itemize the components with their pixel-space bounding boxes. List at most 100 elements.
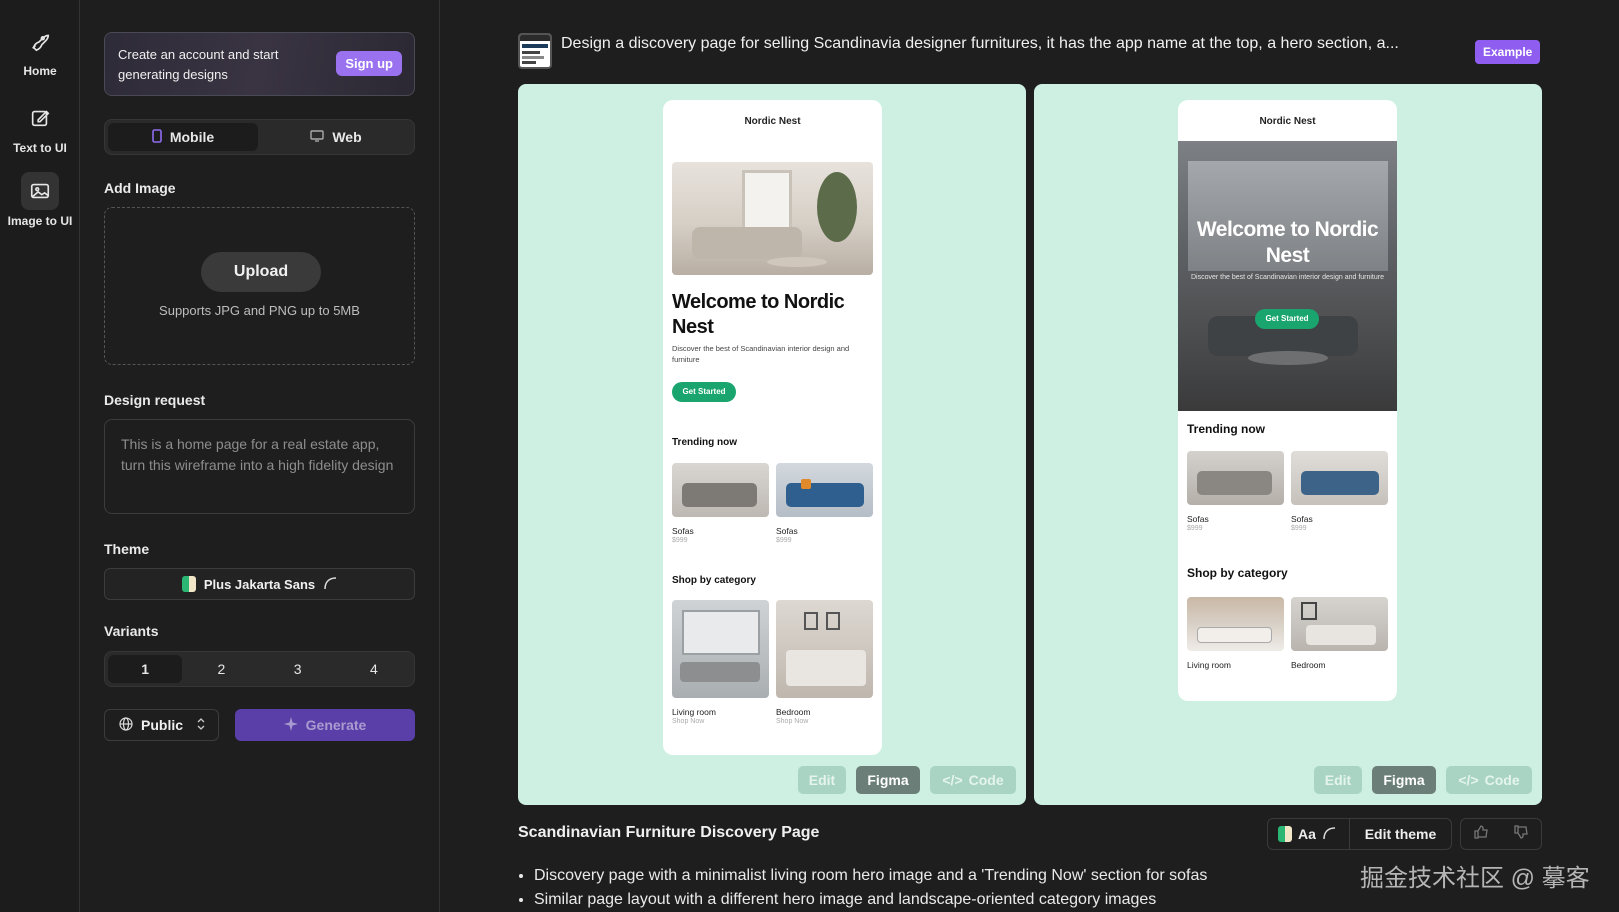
rail-label-image-to-ui: Image to UI bbox=[7, 214, 73, 228]
tab-web-label: Web bbox=[332, 129, 362, 145]
rail-item-image-to-ui[interactable]: Image to UI bbox=[0, 172, 80, 228]
category-image-bedroom bbox=[1291, 597, 1388, 651]
trending-image-1 bbox=[1187, 451, 1284, 505]
result-bullets: Discovery page with a minimalist living … bbox=[518, 864, 1207, 912]
globe-icon bbox=[119, 716, 133, 734]
prompt-text: Design a discovery page for selling Scan… bbox=[561, 35, 1399, 52]
category-title: Shop by category bbox=[672, 575, 756, 586]
feedback-buttons bbox=[1460, 818, 1542, 850]
monitor-icon bbox=[310, 129, 325, 145]
generate-label: Generate bbox=[305, 717, 367, 733]
category-image-bedroom bbox=[776, 600, 873, 698]
generate-button[interactable]: Generate bbox=[235, 709, 415, 741]
figma-button-1[interactable]: Figma bbox=[856, 766, 920, 794]
trending-title: Trending now bbox=[672, 437, 737, 448]
edit-button-1[interactable]: Edit bbox=[798, 766, 846, 794]
thumbs-down-icon[interactable] bbox=[1513, 824, 1529, 845]
category-image-living-room bbox=[672, 600, 769, 698]
hero-title: Welcome to Nordic Nest bbox=[672, 291, 845, 338]
variant-option-4[interactable]: 4 bbox=[337, 655, 411, 683]
result-bullet: Similar page layout with a different her… bbox=[534, 888, 1207, 912]
category-name-living-room: Living room bbox=[672, 707, 716, 717]
trending-title: Trending now bbox=[1187, 422, 1265, 436]
app-name: Nordic Nest bbox=[744, 116, 801, 127]
sidebar: Create an account and start generating d… bbox=[80, 0, 440, 912]
visibility-select[interactable]: Public bbox=[104, 709, 219, 741]
rail-item-text-to-ui[interactable]: Text to UI bbox=[0, 99, 80, 155]
category-cta-bedroom[interactable]: Shop Now bbox=[776, 718, 808, 725]
visibility-value: Public bbox=[141, 717, 184, 733]
signup-promo: Create an account and start generating d… bbox=[104, 32, 415, 96]
variant-option-1[interactable]: 1 bbox=[108, 655, 183, 683]
rail-item-home[interactable]: Home bbox=[0, 22, 80, 78]
left-rail: Home Text to UI Image to UI bbox=[0, 0, 80, 912]
edit-theme-control: Aa Edit theme bbox=[1267, 818, 1452, 850]
variant-card-1: Nordic Nest Welcome to Nordic Nest Disco… bbox=[518, 84, 1026, 805]
hero-image bbox=[672, 162, 873, 275]
theme-swatch bbox=[1278, 826, 1292, 842]
get-started-button[interactable]: Get Started bbox=[672, 382, 736, 402]
mobile-icon bbox=[152, 128, 162, 146]
rail-label-text-to-ui: Text to UI bbox=[13, 141, 67, 155]
image-icon bbox=[21, 172, 59, 210]
category-name-bedroom: Bedroom bbox=[1291, 660, 1326, 670]
sparkle-icon bbox=[283, 716, 298, 734]
hero-title: Welcome to Nordic Nest bbox=[1196, 218, 1379, 267]
example-badge: Example bbox=[1475, 40, 1541, 64]
tab-mobile[interactable]: Mobile bbox=[108, 123, 258, 151]
category-cta-living-room[interactable]: Shop Now bbox=[672, 718, 704, 725]
theme-swatch bbox=[181, 576, 196, 592]
rocket-icon bbox=[21, 22, 59, 60]
upload-button[interactable]: Upload bbox=[201, 252, 321, 292]
watermark: 掘金技术社区 @ 摹客 bbox=[1360, 865, 1590, 892]
code-button-2[interactable]: </> Code bbox=[1446, 766, 1532, 794]
category-name-living-room: Living room bbox=[1187, 660, 1231, 670]
theme-label: Theme bbox=[104, 541, 150, 557]
category-title: Shop by category bbox=[1187, 566, 1288, 580]
trending-price-2: $999 bbox=[1291, 525, 1307, 532]
mobile-preview-2: Nordic Nest Welcome to Nordic Nest Disco… bbox=[1178, 100, 1397, 701]
design-request-label: Design request bbox=[104, 392, 206, 408]
prompt-thumbnail bbox=[518, 33, 552, 69]
thumbs-up-icon[interactable] bbox=[1473, 824, 1489, 845]
figma-button-2[interactable]: Figma bbox=[1372, 766, 1436, 794]
hero-description: Discover the best of Scandinavian interi… bbox=[1191, 274, 1384, 281]
variants-label: Variants bbox=[104, 623, 159, 639]
trending-price-2: $999 bbox=[776, 537, 792, 544]
trending-image-2 bbox=[776, 463, 873, 517]
edit-button-2[interactable]: Edit bbox=[1314, 766, 1362, 794]
hero-description: Discover the best of Scandinavian interi… bbox=[672, 344, 850, 364]
design-request-input[interactable]: This is a home page for a real estate ap… bbox=[104, 419, 415, 514]
variant-option-2[interactable]: 2 bbox=[184, 655, 258, 683]
edit-theme-button[interactable]: Edit theme bbox=[1350, 826, 1451, 842]
corner-radius-icon bbox=[323, 576, 337, 593]
theme-selector[interactable]: Plus Jakarta Sans bbox=[104, 568, 415, 600]
app-name: Nordic Nest bbox=[1259, 116, 1316, 127]
image-dropzone[interactable]: Upload Supports JPG and PNG up to 5MB bbox=[104, 207, 415, 365]
trending-image-2 bbox=[1291, 451, 1388, 505]
code-icon: </> bbox=[1458, 772, 1479, 788]
code-label: Code bbox=[1484, 772, 1520, 788]
promo-text: Create an account and start generating d… bbox=[118, 47, 279, 82]
code-icon: </> bbox=[942, 772, 963, 788]
edit-icon bbox=[21, 99, 59, 137]
trending-name-2: Sofas bbox=[1291, 514, 1313, 524]
mobile-preview-1: Nordic Nest Welcome to Nordic Nest Disco… bbox=[663, 100, 882, 755]
code-button-1[interactable]: </> Code bbox=[930, 766, 1016, 794]
tab-web[interactable]: Web bbox=[261, 123, 411, 151]
rail-label-home: Home bbox=[23, 64, 57, 78]
result-title: Scandinavian Furniture Discovery Page bbox=[518, 824, 820, 841]
platform-toggle: Mobile Web bbox=[104, 119, 415, 155]
get-started-button[interactable]: Get Started bbox=[1255, 309, 1319, 329]
corner-radius-icon bbox=[1322, 826, 1336, 843]
variant-option-3[interactable]: 3 bbox=[261, 655, 335, 683]
category-image-living-room bbox=[1187, 597, 1284, 651]
code-label: Code bbox=[968, 772, 1004, 788]
trending-name-2: Sofas bbox=[776, 526, 798, 536]
trending-price-1: $999 bbox=[672, 537, 688, 544]
category-name-bedroom: Bedroom bbox=[776, 707, 811, 717]
theme-aa: Aa bbox=[1298, 826, 1316, 842]
signup-button[interactable]: Sign up bbox=[336, 51, 402, 76]
theme-preview[interactable]: Aa bbox=[1268, 819, 1350, 849]
add-image-label: Add Image bbox=[104, 180, 176, 196]
